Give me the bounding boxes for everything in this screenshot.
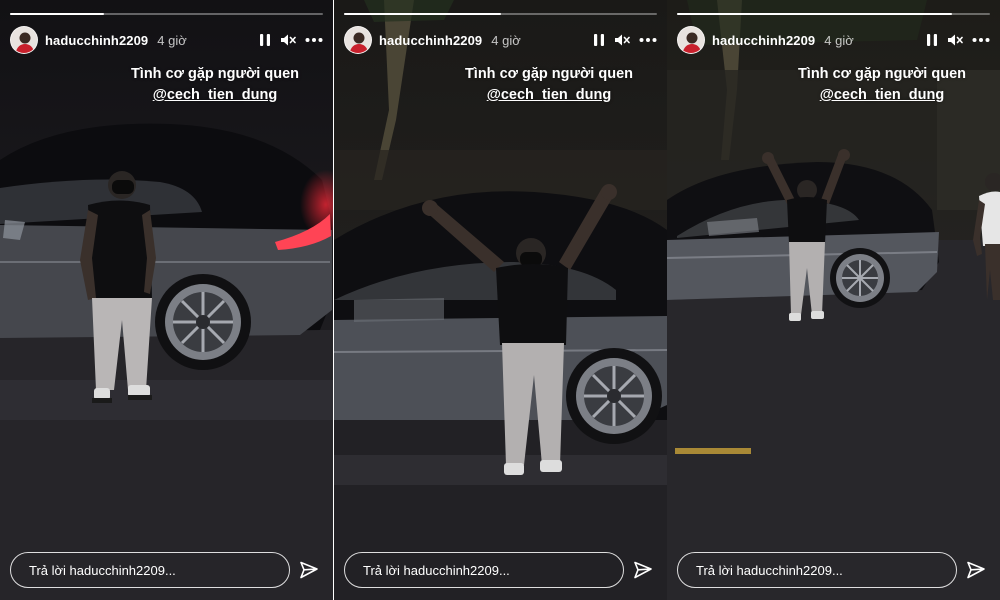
mention-link[interactable]: @cech_tien_dung (131, 85, 299, 106)
username[interactable]: haducchinh2209 (379, 33, 482, 48)
story-progress-bar (344, 13, 657, 15)
story-panel-1[interactable]: haducchinh2209 4 giờ Tình cơ gặp người q… (0, 0, 333, 600)
story-caption: Tình cơ gặp người quen @cech_tien_dung (465, 64, 633, 106)
story-progress-bar (677, 13, 990, 15)
story-controls (593, 30, 657, 50)
story-header: haducchinh2209 4 giờ (10, 26, 323, 54)
reply-input[interactable]: Trả lời haducchinh2209... (10, 552, 290, 588)
pause-icon[interactable] (259, 30, 271, 50)
story-progress-bar (10, 13, 323, 15)
story-panel-2[interactable]: haducchinh2209 4 giờ Tình cơ gặp người q… (334, 0, 667, 600)
avatar-image (11, 27, 37, 53)
caption-text: Tình cơ gặp người quen (797, 66, 966, 82)
username[interactable]: haducchinh2209 (712, 33, 815, 48)
avatar[interactable] (10, 26, 38, 54)
caption-text: Tình cơ gặp người quen (464, 66, 633, 82)
story-panel-3[interactable]: haducchinh2209 4 giờ Tình cơ gặp người q… (667, 0, 1000, 600)
send-icon[interactable] (964, 558, 988, 582)
post-time: 4 giờ (824, 32, 854, 48)
story-header: haducchinh2209 4 giờ (677, 26, 990, 54)
story-caption: Tình cơ gặp người quen @cech_tien_dung (131, 64, 299, 106)
avatar[interactable] (344, 26, 372, 54)
reply-placeholder: Trả lời haducchinh2209... (696, 562, 843, 578)
caption-text: Tình cơ gặp người quen (130, 66, 299, 82)
story-progress-fill (344, 13, 501, 15)
story-progress-fill (677, 13, 953, 15)
reply-placeholder: Trả lời haducchinh2209... (363, 562, 510, 578)
reply-input[interactable]: Trả lời haducchinh2209... (344, 552, 624, 588)
avatar[interactable] (677, 26, 705, 54)
send-icon[interactable] (297, 558, 321, 582)
avatar-image (678, 27, 704, 53)
story-progress-fill (10, 13, 104, 15)
story-viewer: haducchinh2209 4 giờ Tình cơ gặp người q… (0, 0, 1000, 600)
username[interactable]: haducchinh2209 (45, 33, 148, 48)
more-options-icon[interactable] (972, 30, 990, 50)
speaker-muted-icon[interactable] (947, 30, 963, 50)
pause-icon[interactable] (926, 30, 938, 50)
mention-link[interactable]: @cech_tien_dung (465, 85, 633, 106)
more-options-icon[interactable] (639, 30, 657, 50)
avatar-image (345, 27, 371, 53)
story-controls (926, 30, 990, 50)
more-options-icon[interactable] (305, 30, 323, 50)
story-controls (259, 30, 323, 50)
send-icon[interactable] (631, 558, 655, 582)
speaker-muted-icon[interactable] (614, 30, 630, 50)
story-header: haducchinh2209 4 giờ (344, 26, 657, 54)
post-time: 4 giờ (491, 32, 521, 48)
speaker-muted-icon[interactable] (280, 30, 296, 50)
reply-placeholder: Trả lời haducchinh2209... (29, 562, 176, 578)
post-time: 4 giờ (157, 32, 187, 48)
story-caption: Tình cơ gặp người quen @cech_tien_dung (798, 64, 966, 106)
reply-input[interactable]: Trả lời haducchinh2209... (677, 552, 957, 588)
pause-icon[interactable] (593, 30, 605, 50)
mention-link[interactable]: @cech_tien_dung (798, 85, 966, 106)
